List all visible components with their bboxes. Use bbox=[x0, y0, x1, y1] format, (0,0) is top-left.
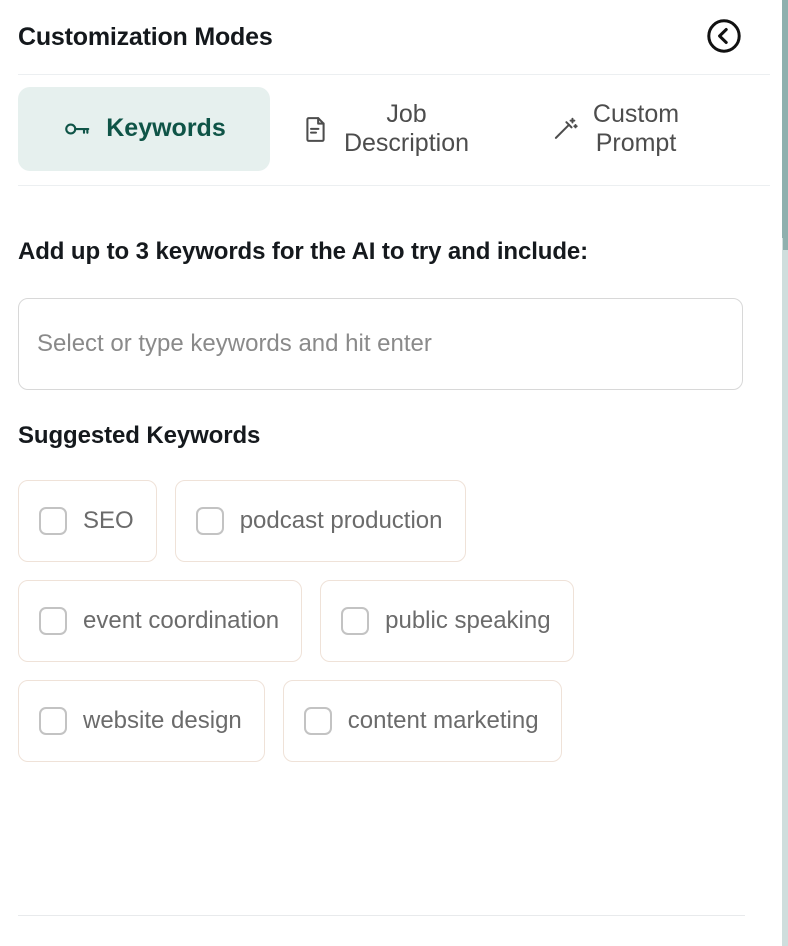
footer-divider bbox=[18, 915, 745, 916]
suggested-keyword-label: podcast production bbox=[239, 507, 443, 534]
tab-custom-prompt-label: Custom Prompt bbox=[592, 99, 680, 158]
suggested-keywords-heading: Suggested Keywords bbox=[18, 422, 261, 449]
keywords-panel: Add up to 3 keywords for the AI to try a… bbox=[0, 238, 788, 762]
tab-keywords[interactable]: Keywords bbox=[18, 87, 270, 171]
panel-header: Customization Modes bbox=[0, 0, 788, 74]
tab-custom-prompt[interactable]: Custom Prompt bbox=[500, 87, 730, 171]
tabs-divider bbox=[18, 185, 770, 186]
chevron-left-circle-icon bbox=[705, 17, 743, 58]
tab-job-description-label: Job Description bbox=[343, 99, 470, 158]
scrollbar-thumb-secondary[interactable] bbox=[783, 195, 788, 250]
magic-wand-icon bbox=[551, 115, 579, 143]
customization-mode-tabs: Keywords Job Description Custom Prompt bbox=[0, 75, 788, 185]
customization-modes-panel: Customization Modes Keywords Job Descrip… bbox=[0, 0, 788, 946]
suggested-keyword-chip[interactable]: public speaking bbox=[320, 580, 574, 662]
tab-job-description[interactable]: Job Description bbox=[270, 87, 500, 171]
suggested-keyword-label: event coordination bbox=[83, 607, 280, 634]
suggested-keyword-label: public speaking bbox=[385, 607, 551, 634]
document-icon bbox=[301, 115, 330, 144]
suggested-keyword-chip[interactable]: website design bbox=[18, 680, 265, 762]
suggested-keyword-chip[interactable]: event coordination bbox=[18, 580, 303, 662]
keyword-input[interactable] bbox=[18, 298, 743, 390]
suggested-keyword-label: website design bbox=[83, 707, 242, 734]
page-title: Customization Modes bbox=[18, 22, 273, 51]
checkbox-icon[interactable] bbox=[303, 707, 332, 735]
checkbox-icon[interactable] bbox=[341, 607, 370, 635]
suggested-keyword-chip[interactable]: SEO bbox=[18, 480, 157, 562]
suggested-keyword-chip[interactable]: podcast production bbox=[174, 480, 466, 562]
suggested-keyword-label: SEO bbox=[83, 507, 134, 534]
suggested-keyword-label: content marketing bbox=[347, 707, 539, 734]
key-icon bbox=[62, 114, 92, 144]
checkbox-icon[interactable] bbox=[39, 707, 67, 735]
back-button[interactable] bbox=[702, 15, 746, 59]
suggested-keyword-chip[interactable]: content marketing bbox=[282, 680, 562, 762]
checkbox-icon[interactable] bbox=[195, 507, 224, 535]
tab-keywords-label: Keywords bbox=[106, 114, 226, 143]
checkbox-icon[interactable] bbox=[39, 607, 67, 635]
suggested-keywords-list: SEO podcast production event coordinatio… bbox=[18, 480, 748, 762]
checkbox-icon[interactable] bbox=[39, 507, 67, 535]
add-keywords-heading: Add up to 3 keywords for the AI to try a… bbox=[18, 238, 589, 265]
vertical-scrollbar[interactable] bbox=[782, 0, 788, 946]
